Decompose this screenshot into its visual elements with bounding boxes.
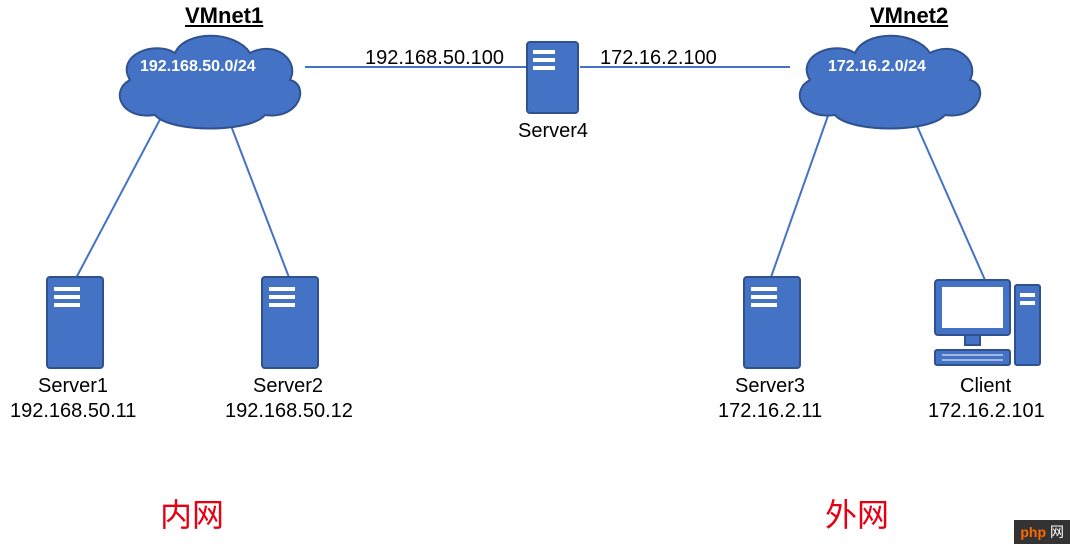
server3-name: Server3: [735, 375, 805, 398]
client-ip: 172.16.2.101: [928, 400, 1045, 423]
client-icon: [930, 275, 1045, 370]
server1-ip: 192.168.50.11: [10, 400, 136, 423]
server2-name: Server2: [253, 375, 323, 398]
server4-name: Server4: [518, 120, 588, 143]
vmnet1-title: VMnet1: [185, 3, 263, 29]
server3-icon: [742, 275, 802, 370]
server2-ip: 192.168.50.12: [225, 400, 353, 423]
watermark-badge: php 网: [1014, 520, 1070, 544]
watermark-prefix: php: [1020, 524, 1046, 540]
server2-icon: [260, 275, 320, 370]
watermark-suffix: 网: [1050, 522, 1064, 542]
server1-name: Server1: [38, 375, 108, 398]
vmnet1-cidr: 192.168.50.0/24: [140, 58, 256, 76]
diagram-canvas: { "clouds": { "vmnet1": { "title": "VMne…: [0, 0, 1080, 554]
cloud-vmnet1: [100, 25, 310, 135]
cloud-vmnet2: [780, 25, 990, 135]
server4-right-ip: 172.16.2.100: [600, 47, 717, 70]
client-name: Client: [960, 375, 1011, 398]
server4-icon: [525, 40, 580, 115]
server1-icon: [45, 275, 105, 370]
vmnet2-title: VMnet2: [870, 3, 948, 29]
server4-left-ip: 192.168.50.100: [365, 47, 504, 70]
zone-left-label: 内网: [160, 490, 224, 536]
vmnet2-cidr: 172.16.2.0/24: [828, 58, 926, 76]
zone-right-label: 外网: [825, 490, 889, 536]
server3-ip: 172.16.2.11: [718, 400, 822, 423]
